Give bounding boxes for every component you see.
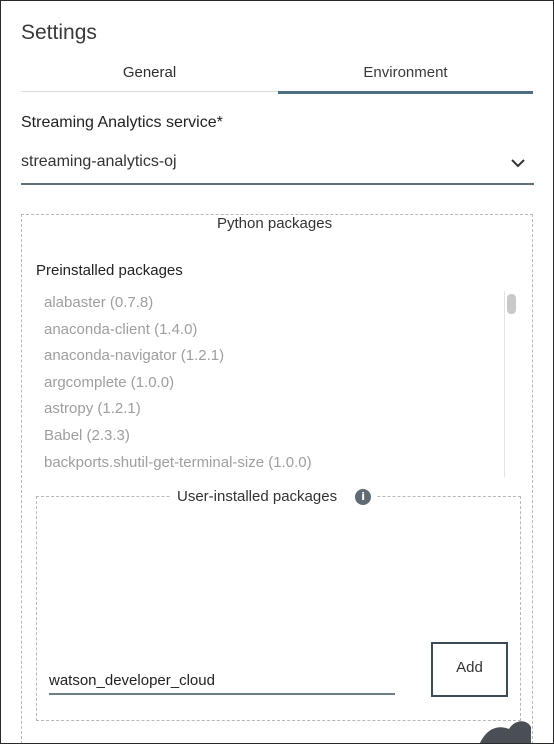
add-package-button[interactable]: Add bbox=[431, 642, 508, 697]
preinstalled-scrollbar[interactable] bbox=[504, 291, 519, 477]
scrollbar-thumb[interactable] bbox=[507, 294, 516, 314]
tab-general[interactable]: General bbox=[21, 59, 278, 92]
list-item: anaconda-navigator (1.2.1) bbox=[44, 347, 225, 365]
tab-environment[interactable]: Environment bbox=[278, 59, 533, 94]
package-name-input[interactable] bbox=[49, 667, 395, 695]
list-item: Babel (2.3.3) bbox=[44, 426, 130, 444]
info-icon[interactable]: i bbox=[355, 488, 372, 505]
service-select-value: streaming-analytics-oj bbox=[21, 153, 177, 170]
decorative-corner-shape bbox=[480, 721, 531, 743]
service-select[interactable]: streaming-analytics-oj bbox=[21, 147, 534, 185]
chevron-down-icon bbox=[511, 159, 525, 168]
list-item: anaconda-client (1.4.0) bbox=[44, 320, 198, 338]
user-installed-label: User-installed packages bbox=[177, 488, 338, 505]
list-item: backports.shutil-get-terminal-size (1.0.… bbox=[44, 453, 312, 471]
list-item: argcomplete (1.0.0) bbox=[44, 373, 175, 391]
preinstalled-label: Preinstalled packages bbox=[36, 262, 183, 279]
preinstalled-list: alabaster (0.7.8) anaconda-client (1.4.0… bbox=[44, 293, 494, 479]
list-item: astropy (1.2.1) bbox=[44, 400, 141, 418]
settings-panel: Settings General Environment Streaming A… bbox=[0, 0, 554, 744]
python-packages-legend: Python packages bbox=[211, 215, 339, 232]
service-label: Streaming Analytics service* bbox=[21, 114, 223, 131]
panel-title: Settings bbox=[21, 21, 97, 44]
tab-bar: General Environment bbox=[21, 59, 533, 94]
user-installed-legend: User-installed packages i bbox=[171, 488, 378, 505]
list-item: alabaster (0.7.8) bbox=[44, 294, 154, 311]
